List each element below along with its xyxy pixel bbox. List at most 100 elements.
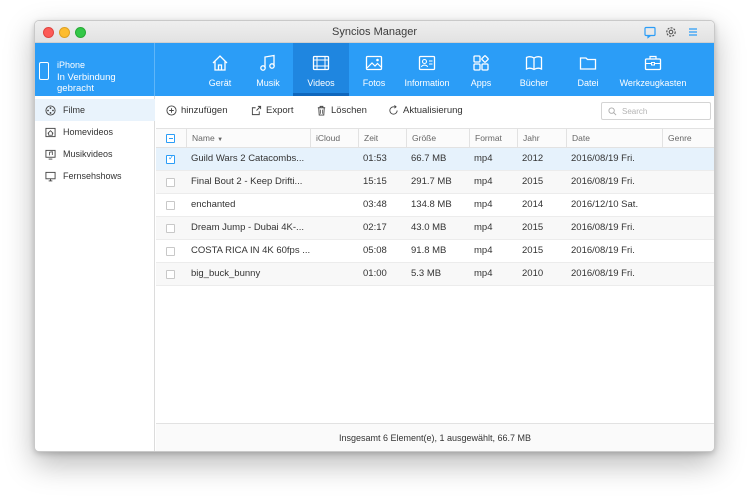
search-box[interactable] [601,102,711,120]
cell-year: 2014 [522,199,544,210]
cell-date: 2016/08/19 Fri. [571,153,635,164]
cell-format: mp4 [474,245,493,256]
device-status: In Verbindung gebracht [57,72,116,94]
column-header-year[interactable]: Jahr [517,129,566,148]
cell-format: mp4 [474,199,493,210]
add-button[interactable]: hinzufügen [166,105,227,116]
cell-format: mp4 [474,268,493,279]
export-button[interactable]: Export [251,105,293,116]
search-icon [608,106,617,115]
cell-format: mp4 [474,222,493,233]
cell-format: mp4 [474,176,493,187]
music-icon [260,54,275,71]
cell-year: 2015 [522,222,544,233]
column-header-format[interactable]: Format [469,129,517,148]
cell-year: 2010 [522,268,544,279]
cell-name: enchanted [191,199,236,210]
cell-size: 134.8 MB [411,199,452,210]
toolbox-icon [644,55,662,71]
cell-time: 01:53 [363,153,387,164]
cell-name: Guild Wars 2 Catacombs... [191,153,305,164]
cell-date: 2016/08/19 Fri. [571,222,635,233]
cell-size: 291.7 MB [411,176,452,187]
main-nav: Gerät Musik Videos Fotos Information App… [197,43,691,96]
photo-icon [365,55,383,71]
iphone-icon [39,62,49,80]
menu-icon[interactable] [686,25,700,39]
table-row[interactable]: enchanted 03:48 134.8 MB mp4 2014 2016/12/10 … [156,194,714,217]
nav-item-werkzeugkasten[interactable]: Werkzeugkasten [615,43,691,96]
nav-item-musik[interactable]: Musik [243,43,293,96]
table-row[interactable]: Final Bout 2 - Keep Drifti... 15:15 291.7 … [156,171,714,194]
nav-item-information[interactable]: Information [399,43,455,96]
table-body: Guild Wars 2 Catacombs... 01:53 66.7 MB mp4… [156,148,714,286]
column-header-size[interactable]: Größe [406,129,469,148]
row-checkbox[interactable] [166,270,175,279]
sidebar-item-musikvideos[interactable]: Musikvideos [35,143,155,165]
delete-button[interactable]: Löschen [316,105,367,116]
table-row[interactable]: big_buck_bunny 01:00 5.3 MB mp4 2010 2016/08/… [156,263,714,286]
column-header-name[interactable]: Name ▼ [186,129,310,148]
table-row[interactable]: COSTA RICA IN 4K 60fps ... 05:08 91.8 MB mp… [156,240,714,263]
cell-size: 66.7 MB [411,153,447,164]
select-all-checkbox[interactable] [166,134,175,143]
folder-icon [579,57,597,70]
content-toolbar: hinzufügen Export Löschen Aktualisierung [156,96,714,128]
refresh-icon [389,105,398,115]
cell-name: COSTA RICA IN 4K 60fps ... [191,245,310,256]
row-checkbox[interactable] [166,247,175,256]
nav-item-fotos[interactable]: Fotos [349,43,399,96]
video-table: Name ▼ iCloud Zeit Größe Format Jahr Dat… [156,128,714,286]
search-input[interactable] [622,106,702,116]
nav-item-buecher[interactable]: Bücher [507,43,561,96]
music-video-icon [45,149,56,160]
row-checkbox[interactable] [166,201,175,210]
cell-date: 2016/12/10 Sat. [571,199,639,210]
cell-time: 01:00 [363,268,387,279]
nav-item-geraet[interactable]: Gerät [197,43,243,96]
table-row[interactable]: Guild Wars 2 Catacombs... 01:53 66.7 MB mp4… [156,148,714,171]
sidebar-item-fernsehshows[interactable]: Fernsehshows [35,165,155,187]
sidebar-item-filme[interactable]: Filme [35,99,155,121]
nav-item-videos[interactable]: Videos [293,43,349,96]
table-row[interactable]: Dream Jump - Dubai 4K-... 02:17 43.0 MB mp4… [156,217,714,240]
home-video-icon [45,127,56,137]
sort-arrow-icon: ▼ [217,137,224,143]
sidebar-item-homevideos[interactable]: Homevideos [35,121,155,143]
cell-time: 02:17 [363,222,387,233]
tv-icon [45,171,56,181]
app-window: Syncios Manager iPhone In Verbindung geb… [34,20,715,452]
home-icon [212,55,228,71]
row-checkbox[interactable] [166,153,175,164]
cell-date: 2016/08/19 Fri. [571,245,635,256]
row-checkbox[interactable] [166,224,175,233]
nav-item-apps[interactable]: Apps [455,43,507,96]
cell-format: mp4 [474,153,493,164]
cell-year: 2012 [522,153,544,164]
cell-time: 15:15 [363,176,387,187]
message-icon[interactable] [643,25,657,39]
cell-name: big_buck_bunny [191,268,261,279]
column-header-genre[interactable]: Genre [662,129,714,148]
column-header-icloud[interactable]: iCloud [310,129,358,148]
row-checkbox[interactable] [166,178,175,187]
device-name: iPhone [57,60,86,70]
refresh-button[interactable]: Aktualisierung [388,105,463,116]
status-bar: Insgesamt 6 Element(e), 1 ausgewählt, 66… [156,423,714,451]
main-header: iPhone In Verbindung gebracht Gerät Musi… [35,43,714,96]
video-icon [312,55,330,71]
film-reel-icon [45,104,56,116]
apps-icon [473,55,489,71]
column-header-time[interactable]: Zeit [358,129,406,148]
settings-gear-icon[interactable] [664,25,678,39]
sidebar: Filme Homevideos Musikvideos Fernsehshow… [35,96,155,451]
device-panel[interactable]: iPhone In Verbindung gebracht [35,43,155,96]
cell-size: 5.3 MB [411,268,442,279]
cell-date: 2016/08/19 Fri. [571,268,635,279]
header-checkbox-cell [156,129,186,148]
nav-item-datei[interactable]: Datei [561,43,615,96]
column-header-date[interactable]: Date [566,129,662,148]
cell-size: 91.8 MB [411,245,447,256]
cell-date: 2016/08/19 Fri. [571,176,635,187]
title-bar: Syncios Manager [35,21,714,43]
